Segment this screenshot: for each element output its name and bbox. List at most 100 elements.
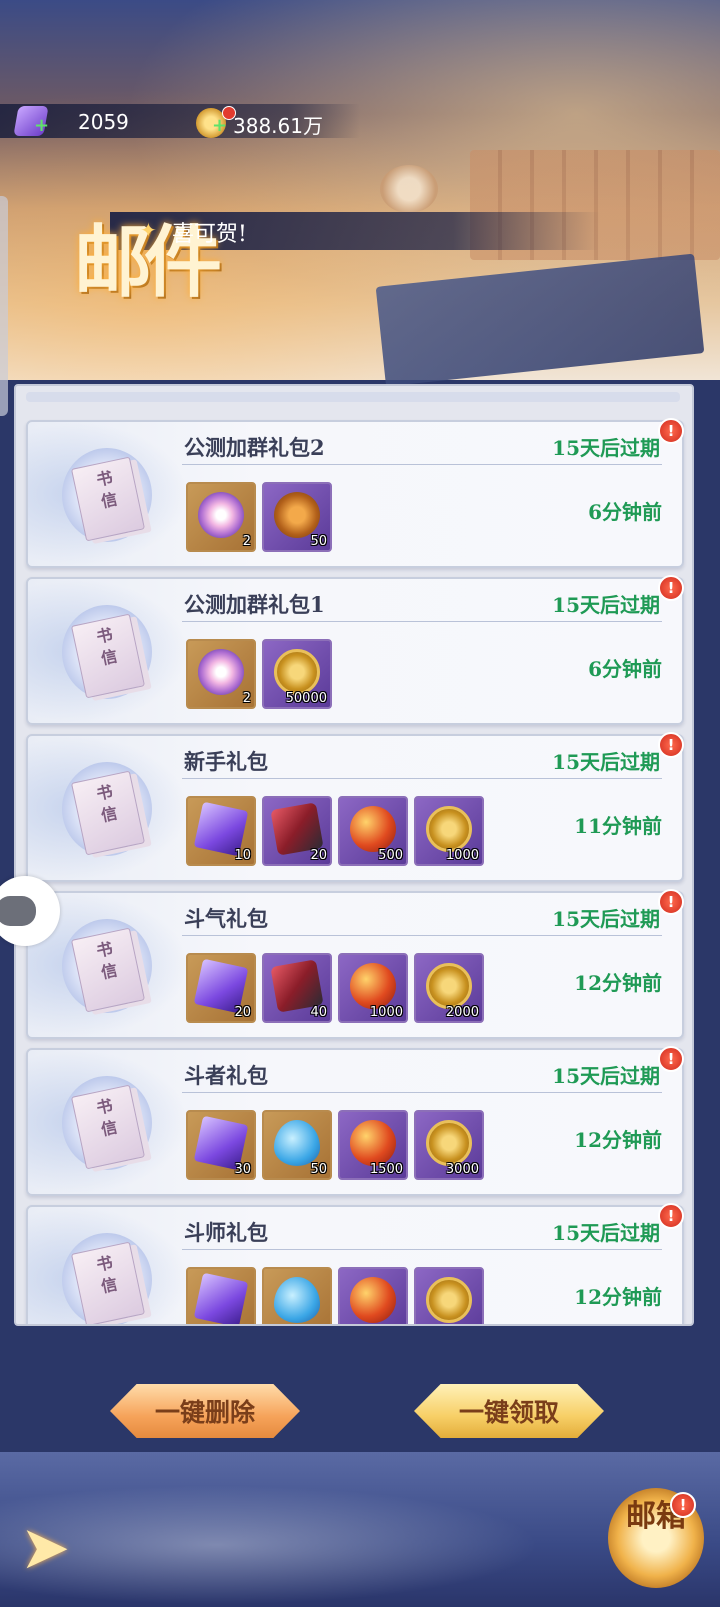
delete-all-button[interactable]: 一键删除 (110, 1384, 300, 1438)
divider (182, 935, 662, 936)
reward-item[interactable]: 1000 (414, 796, 484, 866)
reward-item[interactable]: 3000 (414, 1110, 484, 1180)
water-drop-icon (274, 1120, 320, 1166)
mail-expire: 15天后过期 (552, 436, 660, 460)
list-top-strip (26, 392, 680, 402)
reward-count: 50000 (285, 691, 327, 706)
mail-title: 斗者礼包 (184, 1063, 268, 1088)
mail-card[interactable]: 书信 斗者礼包 15天后过期! 30 50 1500 3000 12分钟前 (26, 1046, 684, 1196)
reward-item[interactable]: 50000 (262, 639, 332, 709)
divider (182, 1092, 662, 1093)
unread-alert-icon: ! (658, 575, 684, 601)
reward-count: 50 (310, 534, 327, 549)
reward-list: 30 50 1500 3000 (186, 1110, 484, 1182)
reward-count: 2 (242, 534, 251, 549)
reward-item[interactable]: 40 (262, 953, 332, 1023)
reward-item[interactable] (186, 1267, 256, 1324)
bronze-coin-icon (274, 492, 320, 538)
flower-gem-icon (198, 649, 244, 695)
reward-list: 2 50 (186, 482, 332, 554)
back-arrow-icon[interactable]: ➤ (20, 1518, 140, 1578)
reward-item[interactable]: 50 (262, 482, 332, 552)
reward-item[interactable] (414, 1267, 484, 1324)
mail-card[interactable]: 书信 新手礼包 15天后过期! 10 20 500 1000 11分钟前 (26, 732, 684, 882)
mail-title: 公测加群礼包2 (184, 435, 325, 460)
add-coin-icon[interactable]: + (212, 117, 228, 135)
reward-list (186, 1267, 484, 1324)
reward-item[interactable]: 50 (262, 1110, 332, 1180)
coin-amount: 388.61万 (233, 114, 323, 138)
reward-list: 2 50000 (186, 639, 332, 711)
gold-coin-icon (426, 1277, 472, 1323)
reward-count: 20 (234, 1005, 251, 1020)
gamepad-icon (0, 896, 36, 926)
unread-alert-icon: ! (658, 889, 684, 915)
add-crystal-icon[interactable]: + (34, 117, 50, 135)
mail-time: 11分钟前 (574, 814, 662, 838)
reward-item[interactable]: 2 (186, 639, 256, 709)
mail-card[interactable]: 书信 公测加群礼包2 15天后过期! 2 50 6分钟前 (26, 418, 684, 568)
mail-list-panel[interactable]: 书信 公测加群礼包2 15天后过期! 2 50 6分钟前 书信 公测加群礼包1 15天后过期! 2… (14, 384, 694, 1326)
reward-item[interactable]: 20 (262, 796, 332, 866)
reward-count: 2 (242, 691, 251, 706)
reward-item[interactable]: 1000 (338, 953, 408, 1023)
reward-item[interactable]: 2 (186, 482, 256, 552)
mail-title: 斗气礼包 (184, 906, 268, 931)
mail-card[interactable]: 书信 公测加群礼包1 15天后过期! 2 50000 6分钟前 (26, 575, 684, 725)
reward-count: 1000 (445, 848, 479, 863)
water-drop-icon (274, 1277, 320, 1323)
gold-coin-icon (426, 806, 472, 852)
reward-count: 1000 (369, 1005, 403, 1020)
reward-item[interactable]: 500 (338, 796, 408, 866)
reward-item[interactable] (262, 1267, 332, 1324)
mail-card[interactable]: 书信 斗气礼包 15天后过期! 20 40 1000 2000 12分钟前 (26, 889, 684, 1039)
gold-coin-icon (274, 649, 320, 695)
reward-count: 30 (234, 1162, 251, 1177)
mail-time: 6分钟前 (588, 657, 662, 681)
unread-alert-icon: ! (658, 732, 684, 758)
mailbox-alert-icon: ! (670, 1492, 696, 1518)
side-handle[interactable] (0, 196, 8, 416)
flower-gem-icon (198, 492, 244, 538)
claim-all-button[interactable]: 一键领取 (414, 1384, 604, 1438)
fire-orb-icon (350, 963, 396, 1009)
mail-time: 12分钟前 (574, 1285, 662, 1309)
mail-title: 新手礼包 (184, 749, 268, 774)
reward-count: 40 (310, 1005, 327, 1020)
reward-item[interactable]: 30 (186, 1110, 256, 1180)
unread-alert-icon: ! (658, 418, 684, 444)
gold-coin-icon (426, 963, 472, 1009)
unread-alert-icon: ! (658, 1046, 684, 1072)
reward-count: 20 (310, 848, 327, 863)
divider (182, 464, 662, 465)
mail-expire: 15天后过期 (552, 593, 660, 617)
mail-expire: 15天后过期 (552, 750, 660, 774)
mail-expire: 15天后过期 (552, 907, 660, 931)
reward-item[interactable]: 10 (186, 796, 256, 866)
reward-list: 20 40 1000 2000 (186, 953, 484, 1025)
background-tea-cup (380, 165, 438, 213)
reward-count: 2000 (445, 1005, 479, 1020)
divider (182, 1249, 662, 1250)
mail-time: 6分钟前 (588, 500, 662, 524)
reward-count: 10 (234, 848, 251, 863)
divider (182, 621, 662, 622)
mail-title: 斗师礼包 (184, 1220, 268, 1245)
mail-time: 12分钟前 (574, 1128, 662, 1152)
mail-card[interactable]: 书信 斗师礼包 15天后过期! 12分钟前 (26, 1203, 684, 1324)
divider (182, 778, 662, 779)
reward-count: 1500 (369, 1162, 403, 1177)
mail-expire: 15天后过期 (552, 1221, 660, 1245)
notice-text: 喜可贺! (172, 222, 247, 247)
reward-count: 50 (310, 1162, 327, 1177)
reward-item[interactable] (338, 1267, 408, 1324)
fire-orb-icon (350, 1277, 396, 1323)
mail-time: 12分钟前 (574, 971, 662, 995)
crystal-amount: 2059 (78, 110, 129, 134)
mail-expire: 15天后过期 (552, 1064, 660, 1088)
bell-icon: ✦ (140, 218, 157, 242)
reward-item[interactable]: 2000 (414, 953, 484, 1023)
gold-coin-icon (426, 1120, 472, 1166)
reward-item[interactable]: 1500 (338, 1110, 408, 1180)
reward-item[interactable]: 20 (186, 953, 256, 1023)
